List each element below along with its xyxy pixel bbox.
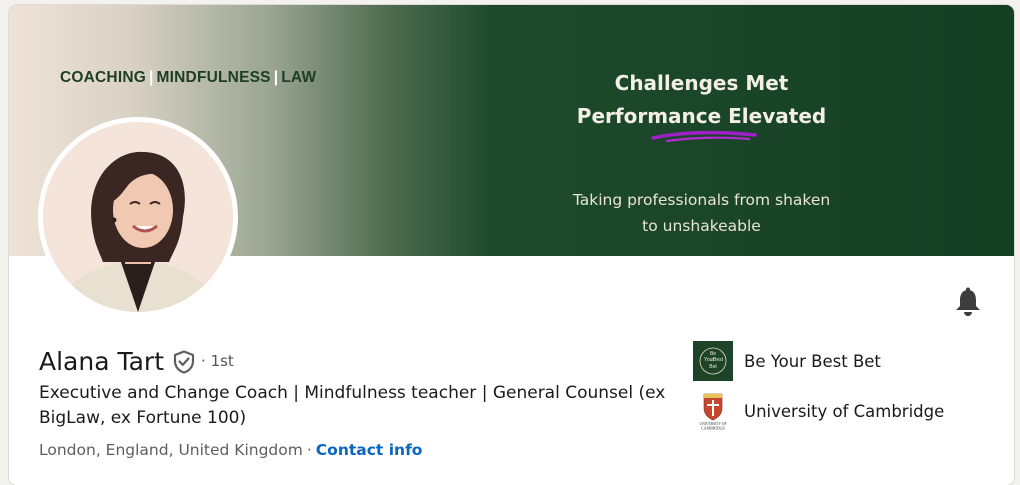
banner-tagline: COACHING | MINDFULNESS | LAW xyxy=(60,69,316,87)
tagline-separator: | xyxy=(273,69,279,86)
logo-text-line: CAMBRIDGE xyxy=(701,426,726,431)
org-name[interactable]: Be Your Best Bet xyxy=(744,352,881,371)
name-row: Alana Tart · 1st xyxy=(39,344,234,378)
profile-headline: Executive and Change Coach | Mindfulness… xyxy=(39,383,666,428)
underline-swoosh xyxy=(651,130,757,143)
degree-label: 1st xyxy=(210,352,234,370)
logo-text-line: Best xyxy=(713,357,724,363)
cambridge-crest-logo: UNIVERSITY OF CAMBRIDGE xyxy=(693,391,733,431)
bell-icon[interactable] xyxy=(954,287,982,317)
shield-check-icon[interactable] xyxy=(173,350,195,374)
banner-subtitle-line1: Taking professionals from shaken xyxy=(572,191,831,209)
banner-subtitle: Taking professionals from shaken to unsh… xyxy=(529,187,874,239)
location-separator: · xyxy=(306,441,312,459)
tagline-coaching: COACHING xyxy=(60,69,146,86)
org-be-your-best-bet[interactable]: Be Your Best Bet Be Your Best Bet xyxy=(693,341,881,381)
profile-card: COACHING | MINDFULNESS | LAW Challenges Met … xyxy=(9,5,1014,485)
profile-name: Alana Tart xyxy=(39,346,165,376)
banner-heading-line1: Challenges Met xyxy=(614,71,789,95)
logo-text-line: Bet xyxy=(709,364,717,370)
be-your-best-bet-logo: Be Your Best Bet xyxy=(693,341,733,381)
banner-heading: Challenges Met Performance Elevated xyxy=(529,67,874,133)
contact-info-link[interactable]: Contact info xyxy=(316,441,423,459)
org-university-of-cambridge[interactable]: UNIVERSITY OF CAMBRIDGE University of Ca… xyxy=(693,391,944,431)
profile-photo xyxy=(43,122,233,312)
tagline-mindfulness: MINDFULNESS xyxy=(156,69,271,86)
tagline-separator: | xyxy=(149,69,154,86)
degree-separator: · xyxy=(201,352,206,370)
banner-subtitle-line2: to unshakeable xyxy=(642,217,761,235)
avatar[interactable] xyxy=(38,117,238,317)
profile-location: London, England, United Kingdom xyxy=(39,441,303,459)
org-name[interactable]: University of Cambridge xyxy=(744,402,944,421)
connection-degree: · 1st xyxy=(201,352,234,370)
location-row: London, England, United Kingdom · Contact … xyxy=(39,441,422,459)
tagline-law: LAW xyxy=(281,69,317,86)
profile-photo-image xyxy=(43,122,233,312)
